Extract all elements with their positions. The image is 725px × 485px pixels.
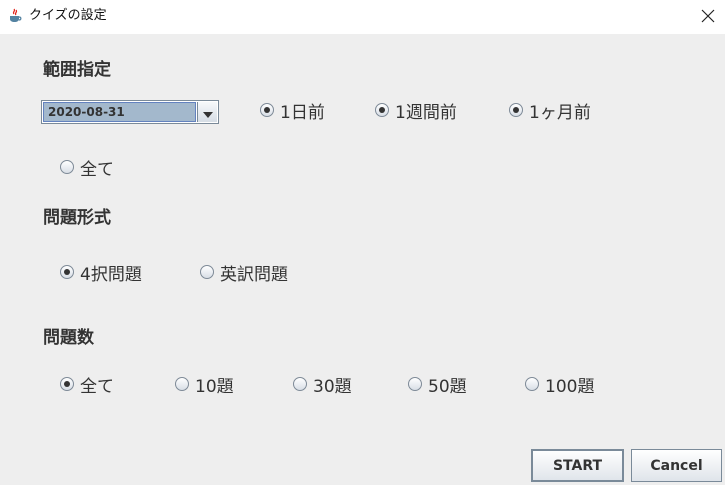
radio-format-translation[interactable]: 英訳問題 bbox=[200, 261, 288, 285]
radio-label: 1ヶ月前 bbox=[529, 102, 591, 123]
start-button[interactable]: START bbox=[531, 449, 624, 482]
radio-label: 全て bbox=[80, 159, 114, 180]
radio-range-1month[interactable]: 1ヶ月前 bbox=[509, 99, 591, 123]
radio-selected-icon bbox=[260, 103, 274, 117]
radio-selected-icon bbox=[60, 377, 74, 391]
radio-label: 30題 bbox=[313, 376, 352, 397]
radio-unselected-icon bbox=[60, 160, 74, 174]
radio-selected-icon bbox=[375, 103, 389, 117]
java-cup-icon bbox=[7, 8, 23, 24]
count-heading: 問題数 bbox=[43, 328, 94, 348]
radio-selected-icon bbox=[509, 103, 523, 117]
radio-count-all[interactable]: 全て bbox=[60, 373, 114, 397]
close-icon bbox=[701, 8, 715, 27]
radio-unselected-icon bbox=[200, 265, 214, 279]
radio-count-10[interactable]: 10題 bbox=[175, 373, 234, 397]
window-title: クイズの設定 bbox=[29, 8, 107, 23]
cancel-button[interactable]: Cancel bbox=[631, 449, 722, 482]
radio-count-30[interactable]: 30題 bbox=[293, 373, 352, 397]
format-heading: 問題形式 bbox=[43, 208, 111, 228]
radio-label: 1日前 bbox=[280, 102, 325, 123]
radio-label: 4択問題 bbox=[80, 264, 142, 285]
range-heading: 範囲指定 bbox=[43, 60, 111, 80]
chevron-down-icon bbox=[202, 103, 213, 122]
close-button[interactable] bbox=[690, 0, 725, 34]
radio-label: 英訳問題 bbox=[220, 264, 288, 285]
combobox-arrow-button[interactable] bbox=[197, 102, 217, 122]
title-bar: クイズの設定 bbox=[0, 0, 725, 34]
date-combobox-value: 2020-08-31 bbox=[43, 102, 196, 122]
radio-range-1week[interactable]: 1週間前 bbox=[375, 99, 457, 123]
radio-label: 全て bbox=[80, 376, 114, 397]
radio-unselected-icon bbox=[408, 377, 422, 391]
date-combobox[interactable]: 2020-08-31 bbox=[41, 100, 219, 124]
radio-label: 1週間前 bbox=[395, 102, 457, 123]
radio-unselected-icon bbox=[175, 377, 189, 391]
radio-count-100[interactable]: 100題 bbox=[525, 373, 595, 397]
radio-unselected-icon bbox=[293, 377, 307, 391]
radio-label: 10題 bbox=[195, 376, 234, 397]
radio-label: 100題 bbox=[545, 376, 595, 397]
radio-count-50[interactable]: 50題 bbox=[408, 373, 467, 397]
radio-label: 50題 bbox=[428, 376, 467, 397]
radio-range-all[interactable]: 全て bbox=[60, 156, 114, 180]
radio-range-1day[interactable]: 1日前 bbox=[260, 99, 325, 123]
radio-selected-icon bbox=[60, 265, 74, 279]
radio-format-4choice[interactable]: 4択問題 bbox=[60, 261, 142, 285]
radio-unselected-icon bbox=[525, 377, 539, 391]
